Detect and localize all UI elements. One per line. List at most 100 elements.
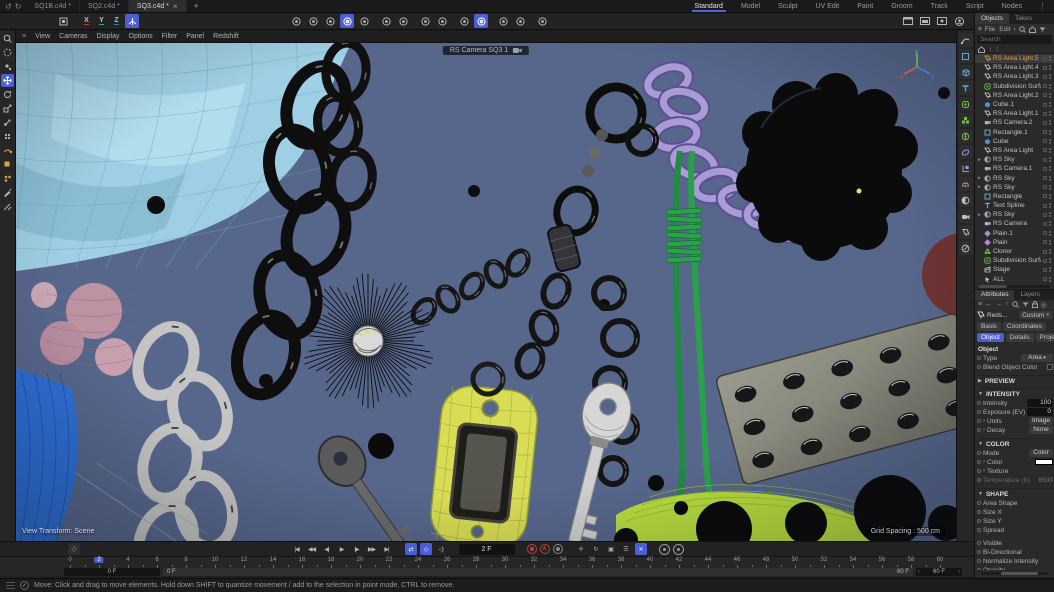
material-icon[interactable] [959,241,973,255]
prev-key-button[interactable]: ◀◀ [306,543,318,555]
expand-chevron-icon[interactable]: › [983,468,985,474]
object-item-cube[interactable]: Cube [975,137,1054,146]
subdivision-surface-icon[interactable] [959,97,973,111]
value-button[interactable]: Image [1029,417,1053,425]
visibility-dots[interactable] [1049,93,1052,98]
attr-menu-icon[interactable]: ≡ [978,301,982,308]
enable-toggle[interactable] [1043,84,1047,88]
layout-menu-icon[interactable]: ⋮ [1031,0,1054,12]
prev-frame-button[interactable]: ◀| [321,543,333,555]
viewport-menu-view[interactable]: View [35,33,50,40]
expander-icon[interactable]: ▸ [978,212,982,218]
attr-group-shape[interactable]: ▼SHAPE [978,488,1054,498]
knife-tool-icon[interactable] [1,200,14,213]
attr-chip-object[interactable]: Object [977,333,1004,342]
object-item-rs-area-light-1[interactable]: RS Area Light.1 [975,109,1054,118]
object-item-text-spline[interactable]: Text Spline [975,201,1054,210]
document-tab-2[interactable]: SQ3.c4d *× [129,0,187,12]
active-camera-label[interactable]: RS Camera SQ3 1 [443,46,529,55]
object-item-cloner[interactable]: Cloner [975,247,1054,256]
next-frame-button[interactable]: |▶ [351,543,363,555]
checkbox[interactable] [1047,364,1053,370]
enable-toggle[interactable] [1043,57,1047,61]
play-button[interactable]: ▶ [336,543,348,555]
visibility-dots[interactable] [1049,102,1052,107]
visibility-dots[interactable] [1049,176,1052,181]
object-item-rs-camera-1[interactable]: RS Camera.1 [975,164,1054,173]
attr-lock-icon[interactable] [1032,301,1038,308]
visibility-dots[interactable] [1049,194,1052,199]
object-item-rs-camera-2[interactable]: RS Camera.2 [975,118,1054,127]
magnet-icon[interactable] [496,14,510,28]
visibility-dots[interactable] [1049,249,1052,254]
object-item-rectangle-1[interactable]: Rectangle.1 [975,128,1054,137]
enable-toggle[interactable] [1043,66,1047,70]
object-item-all[interactable]: ALL [975,275,1054,284]
field-icon[interactable] [959,177,973,191]
record-scale-toggle[interactable]: ▣ [605,543,617,555]
visibility-dots[interactable] [1049,56,1052,61]
attr-chip-project[interactable]: Project [1036,333,1054,342]
enable-toggle[interactable] [1043,121,1047,125]
spline-smooth-icon[interactable] [1,144,14,157]
object-item-rs-sky[interactable]: ▸RS Sky [975,155,1054,164]
brush-tool-icon[interactable] [1,186,14,199]
viewport-menu-panel[interactable]: Panel [186,33,204,40]
document-tab-0[interactable]: SQ1B.c4d * [26,0,80,12]
om-more-icon[interactable]: › [1013,26,1015,33]
enable-toggle[interactable] [1043,268,1047,272]
attr-target-icon[interactable]: ◎ [1041,301,1047,309]
record-rotation-toggle[interactable]: ↻ [590,543,602,555]
object-item-rs-area-light-4[interactable]: RS Area Light.4 [975,63,1054,72]
enable-toggle[interactable] [1043,185,1047,189]
om-filter-icon[interactable] [1039,27,1046,32]
close-document-icon[interactable]: × [173,2,178,11]
light-create-icon[interactable] [959,225,973,239]
value-field[interactable]: 0 [1027,408,1053,416]
solo-hierarchy-toggle[interactable] [673,544,684,555]
om-search-icon[interactable] [1019,26,1026,33]
layout-tab-script[interactable]: Script [957,0,993,12]
enable-toggle[interactable] [1043,204,1047,208]
value-dropdown[interactable]: Area [1021,354,1053,362]
enable-toggle[interactable] [1043,139,1047,143]
visibility-dots[interactable] [1049,240,1052,245]
solo-toggle[interactable] [659,544,670,555]
points-tool-icon[interactable] [1,172,14,185]
timeline-ruler[interactable]: 0246810121416182022242628303234363840424… [0,556,974,576]
layout-tab-uv-edit[interactable]: UV Edit [807,0,849,12]
go-end-button[interactable]: ▶| [381,543,393,555]
move-tool-icon[interactable] [1,74,14,87]
layout-tab-paint[interactable]: Paint [848,0,882,12]
record-position-toggle[interactable]: ✛ [575,543,587,555]
layout-tab-nodes[interactable]: Nodes [993,0,1031,12]
live-selection-icon[interactable] [1,46,14,59]
attr-chip-basic[interactable]: Basic [977,322,1001,331]
loop-toggle[interactable]: ⇄ [405,543,417,555]
visibility-dots[interactable] [1049,258,1052,263]
panel-tab-attributes[interactable]: Attributes [975,290,1014,300]
attr-filter-icon[interactable] [1022,302,1029,307]
enable-toggle[interactable] [1043,231,1047,235]
om-burger-icon[interactable]: ≡ [978,26,982,33]
axis-modifier-icon[interactable] [396,14,410,28]
object-item-rectangle[interactable]: Rectangle [975,192,1054,201]
attr-mode-dropdown[interactable]: Custom [1019,311,1052,319]
om-menu-edit[interactable]: Edit [999,26,1010,33]
attr-up-icon[interactable]: ↑ [1005,301,1009,308]
enable-toggle[interactable] [1043,112,1047,116]
brush-icon[interactable] [357,14,371,28]
document-tab-1[interactable]: SQ2.c4d * [80,0,129,12]
range-dec-arrow[interactable]: ‹ [918,568,920,576]
polygon-pen-icon[interactable] [1,158,14,171]
attr-back-icon[interactable]: ← [985,301,992,308]
viewport-menu-display[interactable]: Display [97,33,120,40]
current-frame-field[interactable]: 2 F [459,544,515,555]
preview-range-bar[interactable]: 0 F 60 F [163,568,913,576]
enable-toggle[interactable] [1043,167,1047,171]
object-item-rs-sky[interactable]: ▸RS Sky [975,210,1054,219]
enable-toggle[interactable] [1043,222,1047,226]
path-home-icon[interactable] [978,46,985,53]
viewport-menu-icon[interactable]: ≡ [22,33,26,40]
render-view-icon[interactable] [289,14,303,28]
